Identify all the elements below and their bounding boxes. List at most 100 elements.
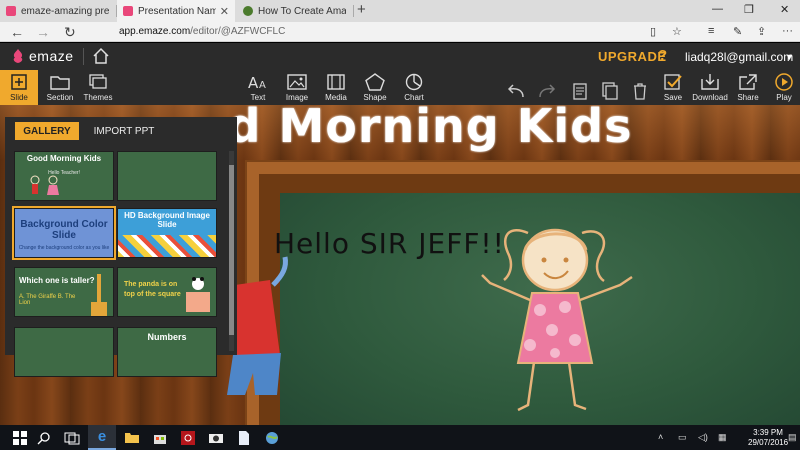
slide-thumbnail[interactable] bbox=[117, 151, 217, 201]
url-field[interactable]: app.emaze.com/editor/@AZFWCFLC bbox=[119, 26, 285, 37]
slide-thumbnail[interactable]: Background Color Slide Change the backgr… bbox=[12, 206, 116, 260]
play-label: Play bbox=[776, 93, 792, 102]
minimize-icon[interactable]: — bbox=[712, 3, 723, 15]
image-icon bbox=[287, 74, 307, 90]
clock-time: 3:39 PM bbox=[753, 428, 783, 437]
refresh-icon[interactable]: ↻ bbox=[64, 24, 76, 41]
emaze-logo[interactable]: emaze bbox=[12, 48, 74, 64]
back-icon[interactable]: ← bbox=[10, 24, 24, 40]
play-button[interactable]: Play bbox=[762, 70, 800, 105]
chart-button[interactable]: Chart bbox=[392, 70, 436, 105]
help-button[interactable]: ? bbox=[658, 47, 667, 64]
slide-thumbnail[interactable]: Good Morning Kids Hello Teacher! bbox=[14, 151, 114, 201]
thumbnail-subtitle: Change the background color as you like bbox=[18, 245, 110, 251]
search-icon bbox=[37, 431, 50, 444]
themes-button[interactable]: Themes bbox=[76, 70, 120, 105]
media-label: Media bbox=[325, 93, 347, 102]
pie-chart-icon bbox=[405, 73, 423, 91]
logo-text: emaze bbox=[29, 48, 74, 64]
browser-tab-2[interactable]: Presentation Name by li ✕ bbox=[117, 0, 235, 22]
notifications-icon[interactable]: ▤ bbox=[788, 432, 797, 443]
reading-view-icon[interactable]: ▯ bbox=[650, 25, 656, 38]
edge-taskbar-button[interactable]: e bbox=[88, 425, 116, 450]
clock-date: 29/07/2016 bbox=[748, 438, 789, 447]
image-button[interactable]: Image bbox=[275, 70, 319, 105]
task-view-icon bbox=[64, 432, 80, 444]
document-app-button[interactable] bbox=[230, 425, 258, 450]
thumbnail-title: The panda is on top of the square bbox=[124, 281, 181, 298]
tray-expand-icon[interactable]: ˄ bbox=[658, 432, 663, 442]
slide-thumbnail[interactable]: Which one is taller? A. The Giraffe B. T… bbox=[14, 267, 114, 317]
close-tab-icon[interactable]: ✕ bbox=[220, 5, 229, 18]
share-page-icon[interactable]: ⇪ bbox=[757, 25, 766, 38]
trash-icon bbox=[634, 83, 646, 100]
text-button[interactable]: A A Text bbox=[236, 70, 280, 105]
app-button[interactable] bbox=[174, 425, 202, 450]
tab-gallery[interactable]: GALLERY bbox=[15, 122, 79, 140]
store-icon bbox=[154, 434, 166, 444]
web-note-icon[interactable]: ✎ bbox=[733, 25, 742, 38]
keyboard-icon[interactable]: ▦ bbox=[718, 432, 727, 443]
maximize-icon[interactable]: ❐ bbox=[744, 3, 754, 16]
media-button[interactable]: Media bbox=[314, 70, 358, 105]
forward-icon[interactable]: → bbox=[36, 24, 50, 40]
emaze-favicon-icon bbox=[6, 6, 16, 16]
store-button[interactable] bbox=[146, 425, 174, 450]
thumbnail-title: Numbers bbox=[147, 332, 187, 342]
tab-label: Presentation Name by li bbox=[138, 5, 216, 17]
girl-illustration[interactable] bbox=[470, 205, 670, 425]
slide-thumbnail[interactable]: Numbers bbox=[117, 327, 217, 377]
image-label: Image bbox=[285, 93, 309, 102]
globe-app-button[interactable] bbox=[258, 425, 286, 450]
tab-import-ppt[interactable]: IMPORT PPT bbox=[89, 122, 159, 140]
camera-app-button[interactable] bbox=[202, 425, 230, 450]
search-button[interactable] bbox=[30, 425, 58, 450]
thumbnail-subtitle: A. The Giraffe B. The Lion bbox=[19, 294, 76, 306]
hub-icon[interactable]: ≡ bbox=[708, 25, 714, 37]
panel-scrollbar-thumb[interactable] bbox=[229, 165, 234, 335]
browser-tab-1[interactable]: emaze-amazing presentation bbox=[0, 0, 115, 22]
url-path: /editor/@AZFWCFLC bbox=[190, 26, 286, 37]
share-icon bbox=[739, 74, 757, 90]
address-bar: ← → ↻ app.emaze.com/editor/@AZFWCFLC ▯ ☆… bbox=[0, 22, 800, 42]
shape-button[interactable]: Shape bbox=[353, 70, 397, 105]
browser-tab-strip: emaze-amazing presentation Presentation … bbox=[0, 0, 800, 22]
panda-icon bbox=[186, 277, 210, 312]
slide-thumbnail[interactable]: The panda is on top of the square bbox=[117, 267, 217, 317]
edge-icon: e bbox=[97, 428, 107, 445]
upgrade-button[interactable]: UPGRADE bbox=[598, 49, 667, 64]
site-favicon-icon bbox=[243, 6, 253, 16]
task-view-button[interactable] bbox=[58, 425, 86, 450]
thumbnail-title: Background Color Slide bbox=[20, 219, 108, 241]
more-icon[interactable]: ··· bbox=[782, 25, 793, 37]
editor-toolbar: Slide Section Themes A A Text Image Medi… bbox=[0, 70, 800, 105]
window-close-icon[interactable]: ✕ bbox=[780, 3, 789, 16]
thumbnail-title: Good Morning Kids bbox=[26, 154, 102, 163]
svg-text:A: A bbox=[259, 80, 266, 91]
film-icon bbox=[327, 74, 345, 90]
slide-thumbnail[interactable]: HD Background Image Slide bbox=[117, 208, 217, 258]
url-host: app.emaze.com bbox=[119, 26, 191, 37]
new-tab-button[interactable]: + bbox=[357, 1, 366, 18]
chart-label: Chart bbox=[404, 93, 424, 102]
camera-icon bbox=[209, 434, 223, 443]
themes-icon bbox=[89, 74, 107, 89]
favorite-star-icon[interactable]: ☆ bbox=[672, 25, 682, 38]
slide-thumbnail[interactable] bbox=[14, 327, 114, 377]
browser-tab-3[interactable]: How To Create Amazing Pre bbox=[237, 0, 352, 22]
add-slide-button[interactable]: Slide bbox=[0, 70, 38, 105]
tab-label: How To Create Amazing Pre bbox=[258, 5, 346, 17]
volume-icon[interactable]: ◁) bbox=[698, 432, 708, 443]
system-clock[interactable]: 3:39 PM 29/07/2016 bbox=[748, 428, 788, 448]
network-icon[interactable]: ▭ bbox=[678, 432, 687, 443]
home-icon[interactable] bbox=[92, 47, 110, 65]
add-slide-icon bbox=[11, 74, 27, 90]
windows-logo-icon bbox=[13, 430, 27, 445]
document-icon bbox=[239, 430, 249, 445]
download-icon bbox=[701, 74, 719, 90]
emaze-favicon-icon bbox=[123, 6, 133, 16]
file-explorer-button[interactable] bbox=[118, 425, 146, 450]
section-label: Section bbox=[46, 93, 74, 102]
account-caret-icon[interactable]: ▼ bbox=[785, 52, 794, 62]
user-email[interactable]: liadq28l@gmail.com bbox=[685, 50, 793, 64]
